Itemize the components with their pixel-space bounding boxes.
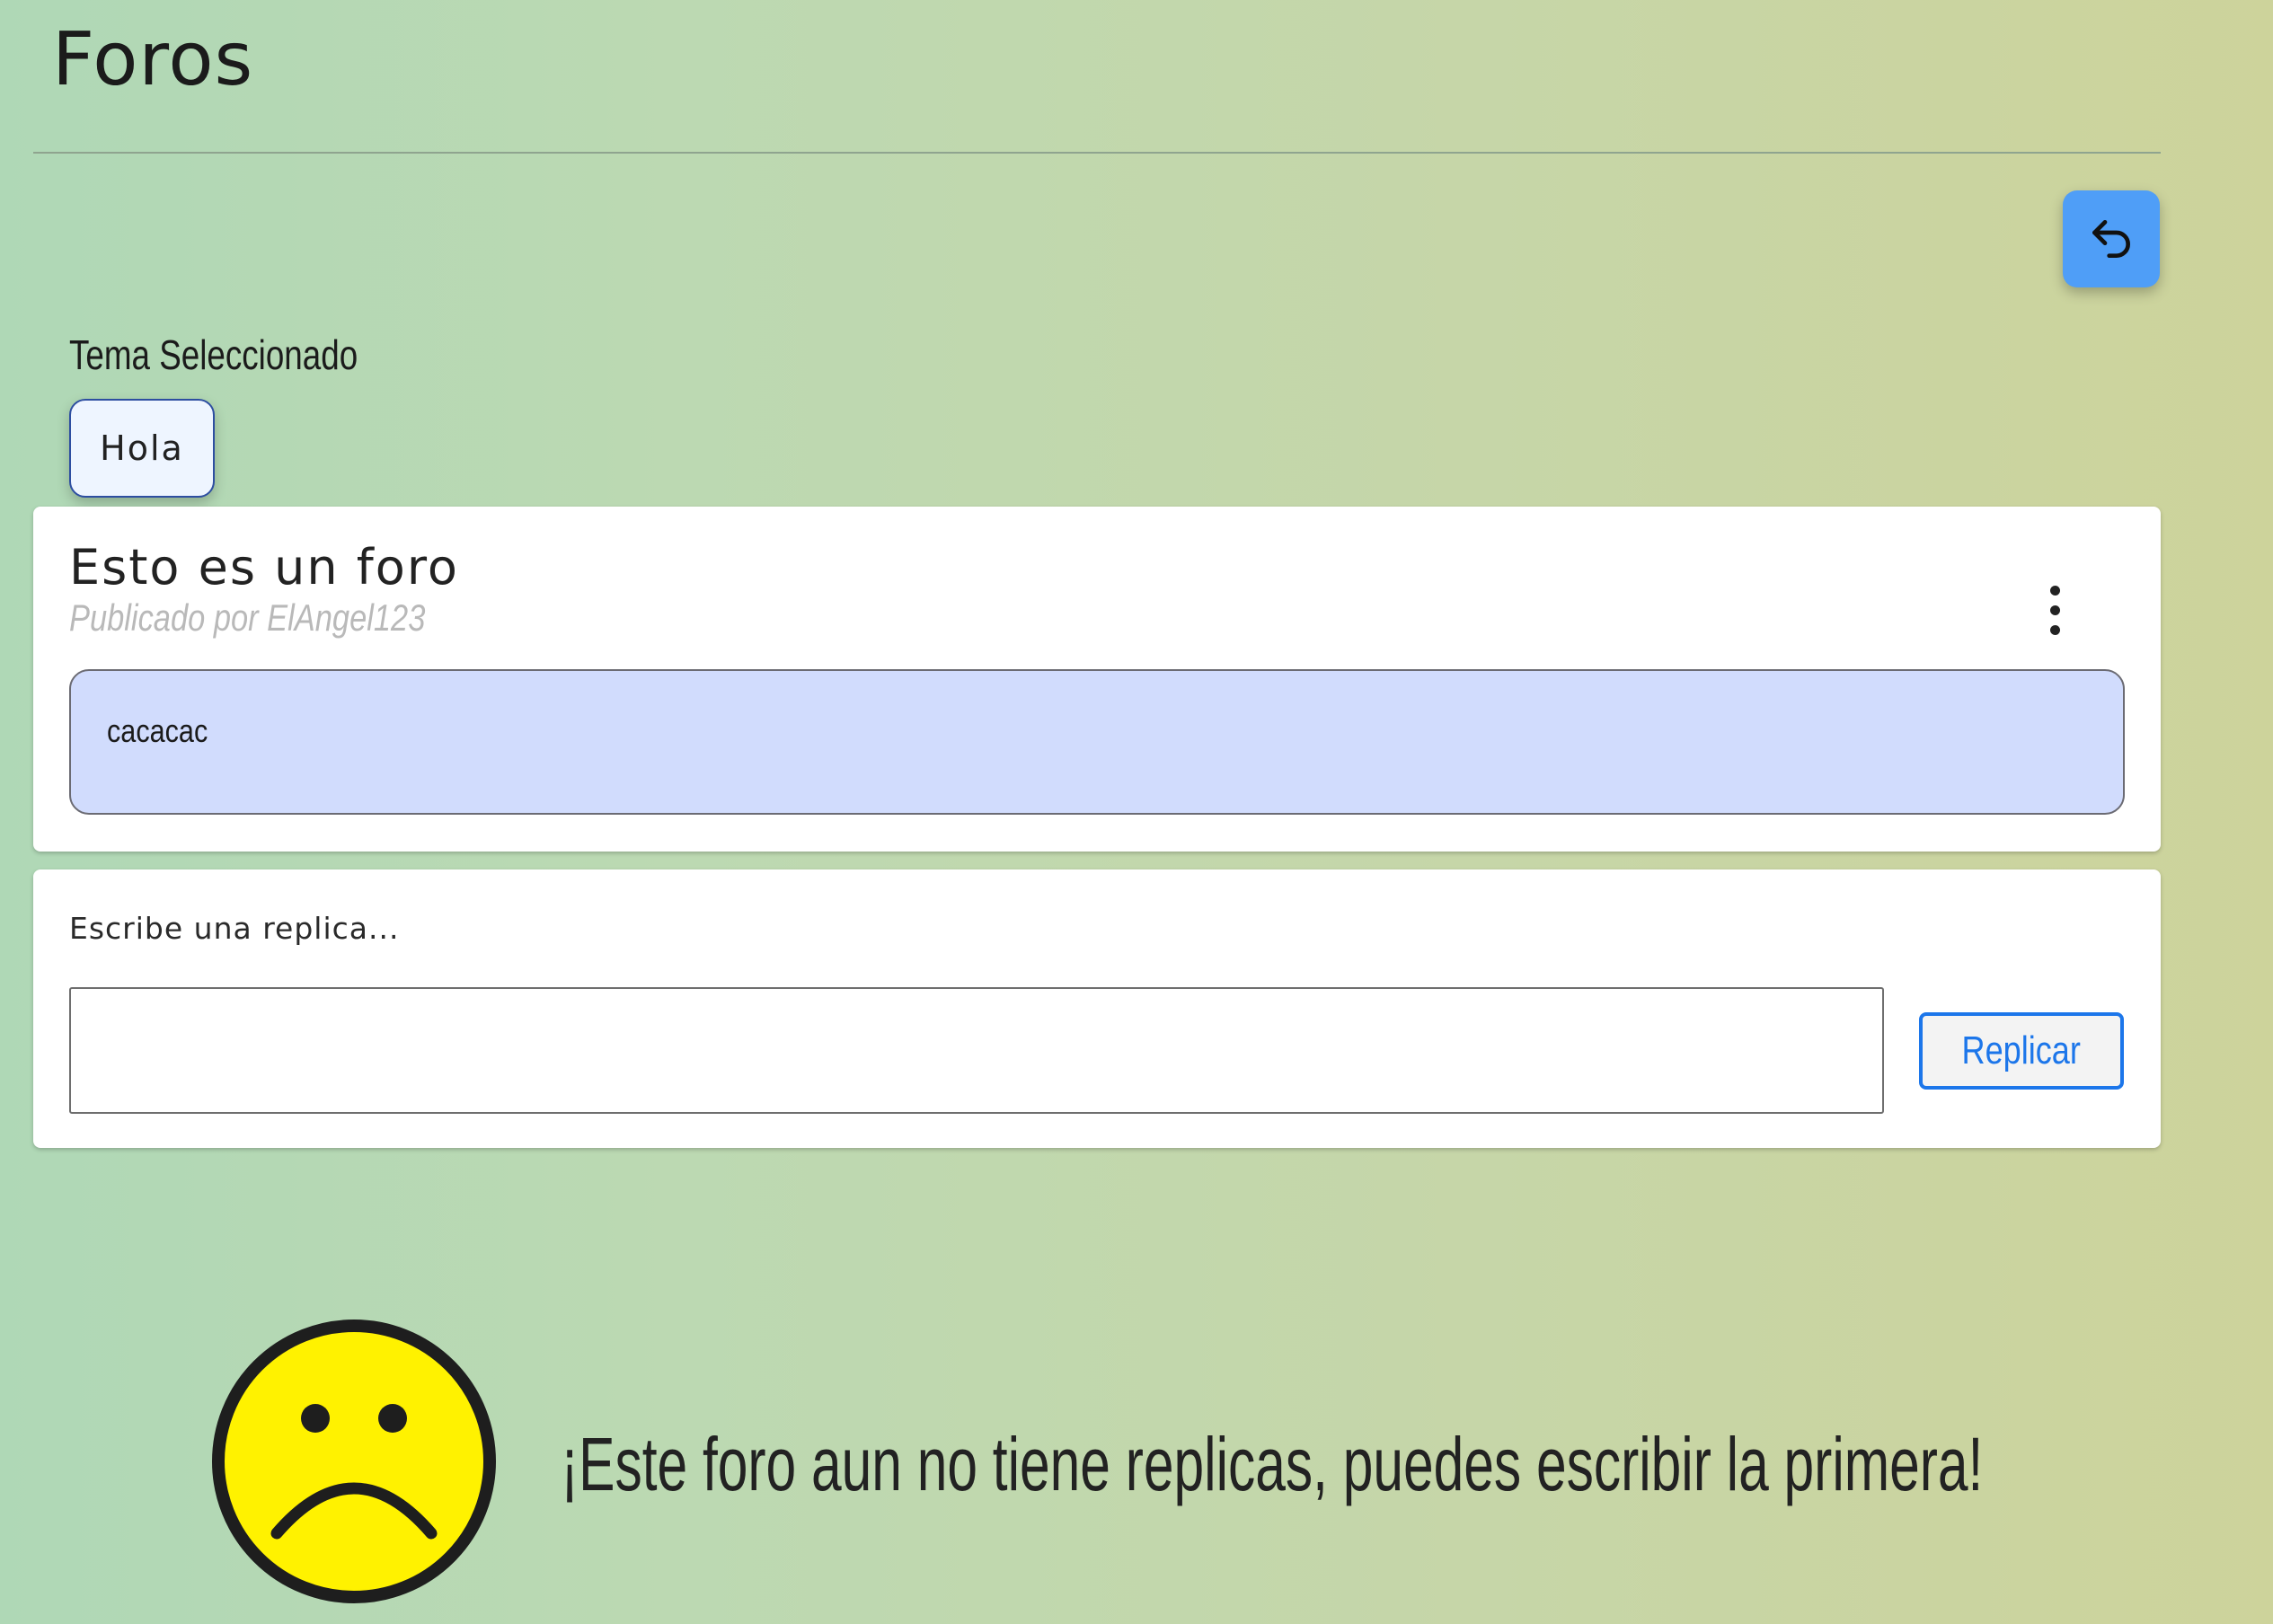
reply-card: Escribe una replica... Replicar [33,869,2161,1148]
forum-card: Esto es un foro Publicado por ElAngel123… [33,507,2161,852]
empty-state-message: ¡Este foro aun no tiene replicas, puedes… [561,1422,1984,1506]
reply-label: Escribe una replica... [69,911,400,946]
topic-chip[interactable]: Hola [69,399,215,498]
forum-body: cacacac [69,669,2125,815]
title-divider [33,152,2161,154]
more-options-button[interactable] [2038,584,2074,650]
topic-label: Tema Seleccionado [69,331,358,378]
sad-face-icon [212,1320,496,1603]
forum-body-text: cacacac [107,712,208,749]
undo-arrow-icon [2092,220,2130,258]
page-title: Foros [52,17,254,102]
forum-author: Publicado por ElAngel123 [69,596,426,639]
reply-button-label: Replicar [1961,1028,2082,1072]
back-button[interactable] [2063,190,2160,287]
reply-input[interactable] [69,987,1884,1114]
forum-title: Esto es un foro [69,539,459,596]
reply-button[interactable]: Replicar [1919,1012,2124,1090]
